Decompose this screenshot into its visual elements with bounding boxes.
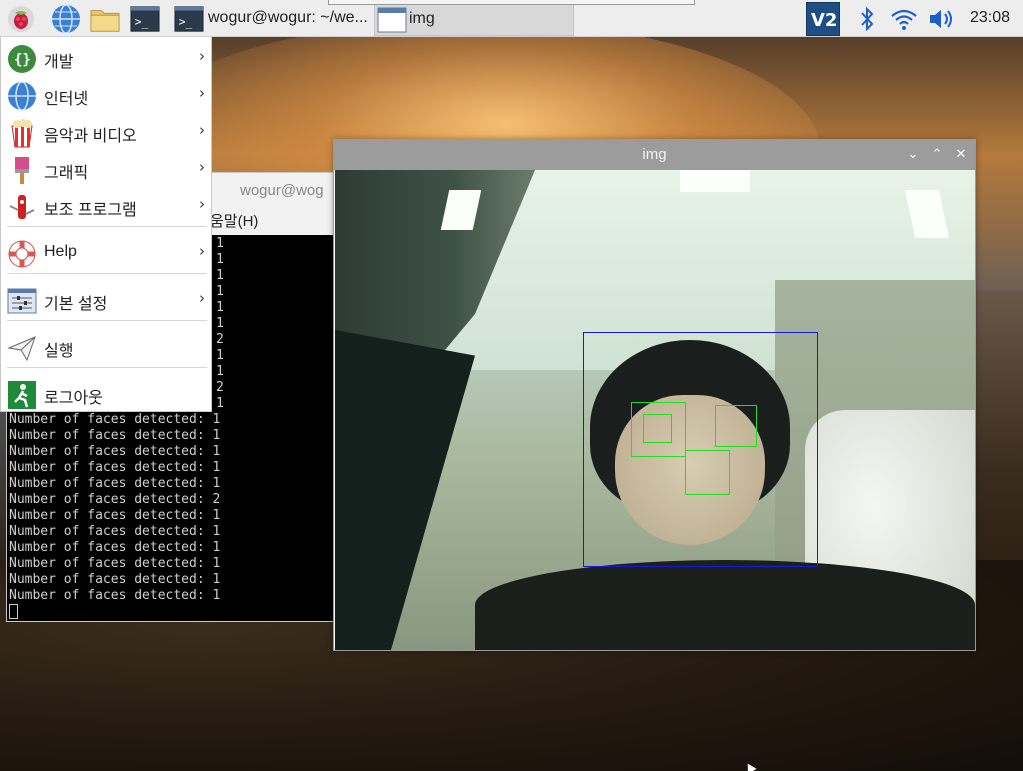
menu-separator	[7, 273, 207, 274]
volume-icon[interactable]	[927, 4, 957, 34]
help-lifebuoy-icon	[7, 239, 37, 269]
terminal-line: 1	[216, 236, 224, 251]
svg-text:>_: >_	[135, 16, 149, 29]
menu-item-label: Help	[44, 243, 77, 260]
terminal-line: 1	[216, 316, 224, 331]
menu-item[interactable]: 그래픽 ›	[1, 152, 213, 188]
logout-exit-icon	[7, 380, 37, 410]
menu-item[interactable]: 기본 설정 ›	[1, 283, 213, 319]
terminal-line: 1	[216, 284, 224, 299]
menu-item-label: 실행	[44, 343, 74, 360]
terminal-line: 1	[216, 268, 224, 283]
terminal-line: Number of faces detected: 1	[9, 524, 221, 539]
terminal-line: 2	[216, 332, 224, 347]
svg-text:>_: >_	[179, 16, 193, 29]
terminal-line: Number of faces detected: 1	[9, 412, 221, 427]
svg-text:{}: {}	[14, 52, 31, 68]
menu-item[interactable]: 음악과 비디오 ›	[1, 115, 213, 151]
graphics-brush-icon	[7, 155, 37, 185]
menu-item[interactable]: 로그아웃	[1, 377, 213, 413]
terminal-cursor	[9, 604, 18, 619]
wallpaper-hill	[975, 290, 1023, 590]
vnc-icon[interactable]: V2	[806, 2, 840, 36]
chevron-right-icon: ›	[199, 158, 205, 176]
chevron-right-icon: ›	[199, 195, 205, 213]
img-window-titlebar[interactable]: img ⌄ ⌃ ✕	[334, 140, 975, 170]
task-img-button[interactable]: img	[374, 2, 574, 36]
terminal-line: 1	[216, 396, 224, 411]
menu-item-label: 개발	[44, 54, 74, 71]
chevron-right-icon: ›	[199, 47, 205, 65]
eye-detection-box	[643, 414, 672, 443]
terminal-line: Number of faces detected: 1	[9, 444, 221, 459]
raspberry-icon[interactable]	[6, 4, 36, 34]
task-terminal-button[interactable]: wogur@wogur: ~/we...	[208, 9, 368, 27]
menu-item[interactable]: {} 개발 ›	[1, 41, 213, 77]
task-img-label: img	[409, 10, 435, 27]
minimize-icon[interactable]: ⌄	[904, 146, 922, 164]
wifi-icon[interactable]	[889, 4, 919, 34]
terminal-line: 2	[216, 380, 224, 395]
svg-text:V2: V2	[811, 10, 837, 31]
terminal-menu-help[interactable]: 움말(H)	[210, 210, 258, 231]
menu-item-label: 인터넷	[44, 91, 89, 108]
terminal-title: wogur@wog	[240, 182, 324, 199]
img-window[interactable]: img ⌄ ⌃ ✕	[333, 139, 976, 651]
light-fixture	[680, 170, 750, 192]
menu-separator	[7, 367, 207, 368]
eye-detection-box	[715, 405, 757, 447]
application-menu: {} 개발 › 인터넷 › 음악과 비디오 › 그래픽 › 보조 프로그램 › Help › 기본 설정 ›…	[0, 37, 212, 412]
camera-frame	[335, 170, 975, 650]
terminal-line: 1	[216, 364, 224, 379]
task-button-placeholder	[328, 0, 695, 5]
terminal-line: Number of faces detected: 1	[9, 476, 221, 491]
terminal-line: Number of faces detected: 2	[9, 492, 221, 507]
terminal-line: Number of faces detected: 1	[9, 508, 221, 523]
terminal-line: Number of faces detected: 1	[9, 428, 221, 443]
menu-separator	[7, 320, 207, 321]
bluetooth-icon[interactable]	[852, 4, 882, 34]
taskbar: >_ >_ wogur@wogur: ~/we... img V2 23:08	[0, 0, 1023, 37]
terminal-icon[interactable]: >_	[174, 4, 204, 34]
terminal-line: Number of faces detected: 1	[9, 572, 221, 587]
terminal-line: 1	[216, 300, 224, 315]
terminal-line: 1	[216, 348, 224, 363]
menu-item-label: 보조 프로그램	[44, 202, 137, 219]
menu-item[interactable]: Help ›	[1, 236, 213, 272]
chevron-right-icon: ›	[199, 289, 205, 307]
terminal-line: Number of faces detected: 1	[9, 460, 221, 475]
img-window-title: img	[642, 146, 667, 163]
programming-braces-icon: {}	[7, 44, 37, 74]
chevron-right-icon: ›	[199, 84, 205, 102]
chevron-right-icon: ›	[199, 242, 205, 260]
terminal-line: Number of faces detected: 1	[9, 556, 221, 571]
window-icon	[377, 5, 407, 35]
person-shirt	[475, 560, 975, 650]
preferences-sliders-icon	[7, 286, 37, 316]
menu-item-label: 기본 설정	[44, 296, 108, 313]
terminal-line: Number of faces detected: 1	[9, 588, 221, 603]
terminal-icon[interactable]: >_	[130, 4, 160, 34]
chevron-right-icon: ›	[199, 121, 205, 139]
maximize-icon[interactable]: ⌃	[928, 146, 946, 164]
sound-video-popcorn-icon	[7, 118, 37, 148]
clock[interactable]: 23:08	[970, 9, 1010, 27]
menu-item[interactable]: 인터넷 ›	[1, 78, 213, 114]
menu-item-label: 그래픽	[44, 165, 89, 182]
menu-item[interactable]: 실행	[1, 330, 213, 366]
file-manager-folder-icon[interactable]	[90, 4, 120, 34]
menu-separator	[7, 226, 207, 227]
accessories-knife-icon	[7, 192, 37, 222]
terminal-line: Number of faces detected: 1	[9, 540, 221, 555]
nose-detection-box	[685, 450, 730, 495]
browser-globe-icon[interactable]	[51, 4, 81, 34]
close-icon[interactable]: ✕	[952, 146, 970, 164]
menu-item-label: 음악과 비디오	[44, 128, 137, 145]
internet-globe-icon	[7, 81, 37, 111]
menu-item-label: 로그아웃	[44, 390, 103, 407]
terminal-line: 1	[216, 252, 224, 267]
run-paper-plane-icon	[7, 333, 37, 363]
menu-item[interactable]: 보조 프로그램 ›	[1, 189, 213, 225]
door-shadow	[335, 330, 475, 650]
